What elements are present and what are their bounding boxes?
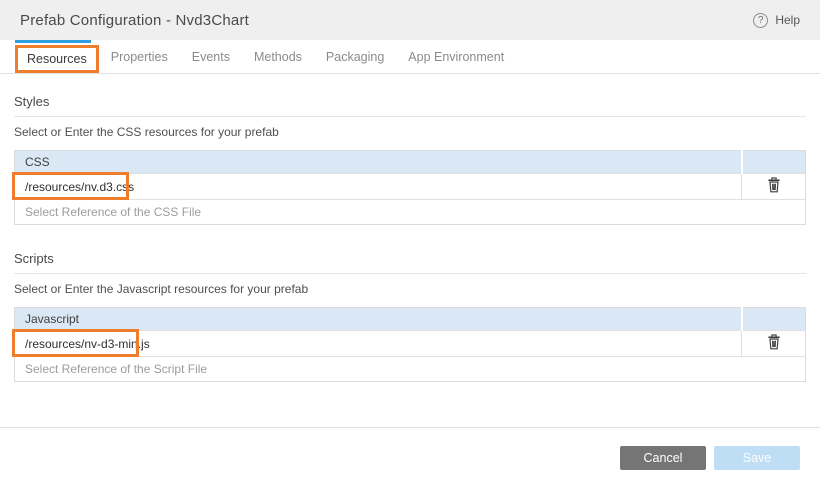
page-title: Prefab Configuration - Nvd3Chart	[20, 12, 249, 29]
css-resource-input[interactable]: /resources/nv.d3.css	[15, 174, 742, 200]
tab-properties-label: Properties	[111, 50, 168, 64]
css-row-actions	[742, 174, 806, 200]
table-row: Select Reference of the CSS File	[15, 200, 806, 225]
trash-icon	[767, 334, 781, 350]
script-actions-column-header	[742, 308, 806, 331]
scripts-section-description: Select or Enter the Javascript resources…	[14, 282, 806, 296]
table-row: /resources/nv-d3-min.js	[15, 331, 806, 357]
delete-css-resource-button[interactable]	[763, 175, 785, 195]
tab-methods-label: Methods	[254, 50, 302, 64]
tab-properties[interactable]: Properties	[99, 40, 180, 73]
script-reference-select[interactable]: Select Reference of the Script File	[15, 357, 806, 382]
tab-resources[interactable]: Resources	[15, 45, 99, 73]
active-tab-indicator	[15, 40, 91, 43]
tab-packaging[interactable]: Packaging	[314, 40, 396, 73]
dialog-header: Prefab Configuration - Nvd3Chart ? Help	[0, 0, 820, 40]
dialog-body: Styles Select or Enter the CSS resources…	[0, 94, 820, 382]
script-row-actions	[742, 331, 806, 357]
help-label: Help	[775, 13, 800, 27]
styles-section-description: Select or Enter the CSS resources for yo…	[14, 125, 806, 139]
prefab-configuration-dialog: Prefab Configuration - Nvd3Chart ? Help …	[0, 0, 820, 487]
tab-events-label: Events	[192, 50, 230, 64]
trash-icon	[767, 177, 781, 193]
cancel-button[interactable]: Cancel	[620, 446, 706, 470]
help-link[interactable]: ? Help	[753, 13, 800, 28]
css-table-header-row: CSS	[15, 151, 806, 174]
tab-resources-label: Resources	[27, 52, 87, 66]
script-resources-table: Javascript /resources/nv-d3-min.js	[14, 307, 806, 382]
save-button[interactable]: Save	[714, 446, 800, 470]
tab-bar: Resources Properties Events Methods Pack…	[0, 40, 820, 74]
javascript-column-header: Javascript	[15, 308, 742, 331]
tab-app-environment-label: App Environment	[408, 50, 504, 64]
css-actions-column-header	[742, 151, 806, 174]
css-resources-table: CSS /resources/nv.d3.css	[14, 150, 806, 225]
delete-script-resource-button[interactable]	[763, 332, 785, 352]
script-resource-value: /resources/nv-d3-min.js	[25, 337, 150, 351]
table-row: /resources/nv.d3.css	[15, 174, 806, 200]
tab-events[interactable]: Events	[180, 40, 242, 73]
script-resource-input[interactable]: /resources/nv-d3-min.js	[15, 331, 742, 357]
css-resource-value: /resources/nv.d3.css	[25, 180, 134, 194]
dialog-footer: Cancel Save	[0, 427, 820, 487]
tab-packaging-label: Packaging	[326, 50, 384, 64]
scripts-section-heading: Scripts	[14, 251, 806, 274]
help-icon: ?	[753, 13, 768, 28]
tab-methods[interactable]: Methods	[242, 40, 314, 73]
table-row: Select Reference of the Script File	[15, 357, 806, 382]
css-reference-select[interactable]: Select Reference of the CSS File	[15, 200, 806, 225]
script-table-header-row: Javascript	[15, 308, 806, 331]
css-column-header: CSS	[15, 151, 742, 174]
tab-app-environment[interactable]: App Environment	[396, 40, 516, 73]
styles-section-heading: Styles	[14, 94, 806, 117]
